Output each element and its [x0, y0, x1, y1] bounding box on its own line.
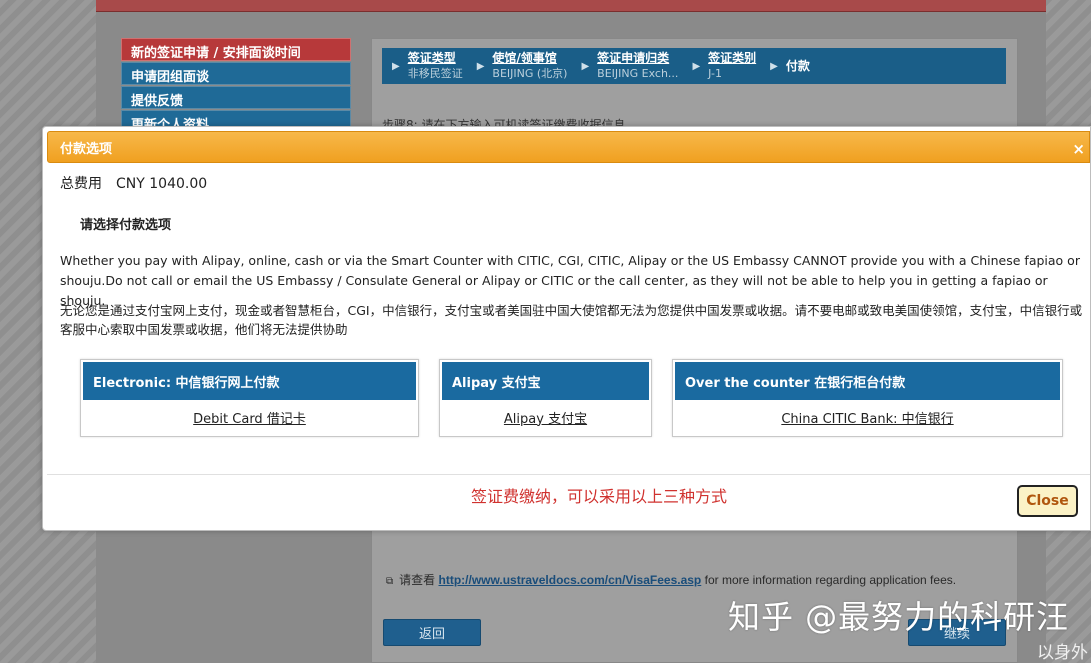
breadcrumb-label: 签证申请归类 — [597, 51, 670, 65]
option-header: Electronic: 中信银行网上付款 — [83, 362, 416, 400]
payment-option-alipay: Alipay 支付宝 Alipay 支付宝 — [439, 359, 652, 437]
left-menu: 新的签证申请 / 安排面谈时间 申请团组面谈 提供反馈 更新个人资料 — [121, 38, 351, 134]
annotation-note: 签证费缴纳，可以采用以上三种方式 — [471, 487, 728, 506]
watermark-text: 知乎 @最努力的科研汪 — [728, 598, 1070, 636]
option-header: Alipay 支付宝 — [442, 362, 649, 400]
payment-option-counter: Over the counter 在银行柜台付款 China CITIC Ban… — [672, 359, 1063, 437]
close-button[interactable]: Close — [1017, 485, 1078, 517]
choose-payment-label: 请选择付款选项 — [80, 218, 172, 233]
breadcrumb-payment: ▶ 付款 — [770, 59, 810, 74]
external-link-icon: ⧉ — [386, 576, 394, 587]
total-fee-label: 总费用 — [60, 176, 102, 192]
alipay-link[interactable]: Alipay 支付宝 — [442, 400, 649, 434]
menu-item-feedback[interactable]: 提供反馈 — [121, 86, 351, 109]
dialog-title: 付款选项 — [60, 141, 113, 157]
breadcrumb-label: 签证类型 — [407, 51, 456, 65]
breadcrumb-embassy[interactable]: ▶ 使馆/领事馆 BEIJING (北京) — [477, 51, 568, 81]
breadcrumb-visa-class[interactable]: ▶ 签证类别 J-1 — [692, 51, 756, 81]
fapiao-notice-chinese: 无论您是通过支付宝网上支付，现金或者智慧柜台，CGI，中信银行，支付宝或者美国驻… — [60, 303, 1083, 337]
top-banner — [96, 0, 1046, 12]
close-icon[interactable]: × — [1072, 140, 1085, 158]
menu-item-new-application[interactable]: 新的签证申请 / 安排面谈时间 — [121, 38, 351, 61]
citic-bank-link[interactable]: China CITIC Bank: 中信银行 — [675, 400, 1060, 434]
back-button[interactable]: 返回 — [383, 619, 481, 646]
fee-info-note: ⧉ 请查看 http://www.ustraveldocs.com/cn/Visa… — [386, 571, 956, 588]
debit-card-link[interactable]: Debit Card 借记卡 — [83, 400, 416, 434]
breadcrumb-label: 付款 — [785, 58, 810, 73]
chevron-right-icon: ▶ — [476, 60, 485, 72]
total-fee: 总费用 CNY 1040.00 — [60, 173, 207, 193]
breadcrumb-value: BEIJING (北京) — [492, 67, 568, 80]
fee-note-prefix: 请查看 — [399, 573, 436, 587]
breadcrumb-value: J-1 — [708, 67, 722, 80]
menu-item-group-interview[interactable]: 申请团组面谈 — [121, 62, 351, 85]
chevron-right-icon: ▶ — [692, 60, 701, 72]
chevron-right-icon: ▶ — [770, 60, 778, 72]
breadcrumb-category[interactable]: ▶ 签证申请归类 BEIJING Exch... — [581, 51, 678, 81]
dialog-divider — [47, 474, 1090, 475]
fee-note-suffix: for more information regarding applicati… — [704, 573, 957, 587]
total-fee-amount: CNY 1040.00 — [116, 176, 208, 192]
visa-fees-link[interactable]: http://www.ustraveldocs.com/cn/VisaFees.… — [439, 573, 702, 587]
breadcrumb-value: 非移民签证 — [407, 67, 463, 80]
payment-options-dialog: 付款选项 × 总费用 CNY 1040.00 请选择付款选项 Whether yo… — [42, 126, 1091, 531]
chevron-right-icon: ▶ — [581, 60, 590, 72]
breadcrumb-visa-type[interactable]: ▶ 签证类型非移民签证 — [392, 51, 463, 81]
breadcrumb-value: BEIJING Exch... — [597, 67, 679, 80]
option-header: Over the counter 在银行柜台付款 — [675, 362, 1060, 400]
payment-option-electronic: Electronic: 中信银行网上付款 Debit Card 借记卡 — [80, 359, 419, 437]
dialog-header: 付款选项 × — [47, 131, 1090, 163]
watermark-small-text: 以身外 — [1037, 643, 1088, 663]
chevron-right-icon: ▶ — [392, 60, 400, 72]
breadcrumb-label: 签证类别 — [708, 51, 757, 65]
breadcrumb: ▶ 签证类型非移民签证 ▶ 使馆/领事馆 BEIJING (北京) ▶ 签证申请归… — [382, 48, 1006, 84]
breadcrumb-label: 使馆/领事馆 — [492, 51, 557, 65]
